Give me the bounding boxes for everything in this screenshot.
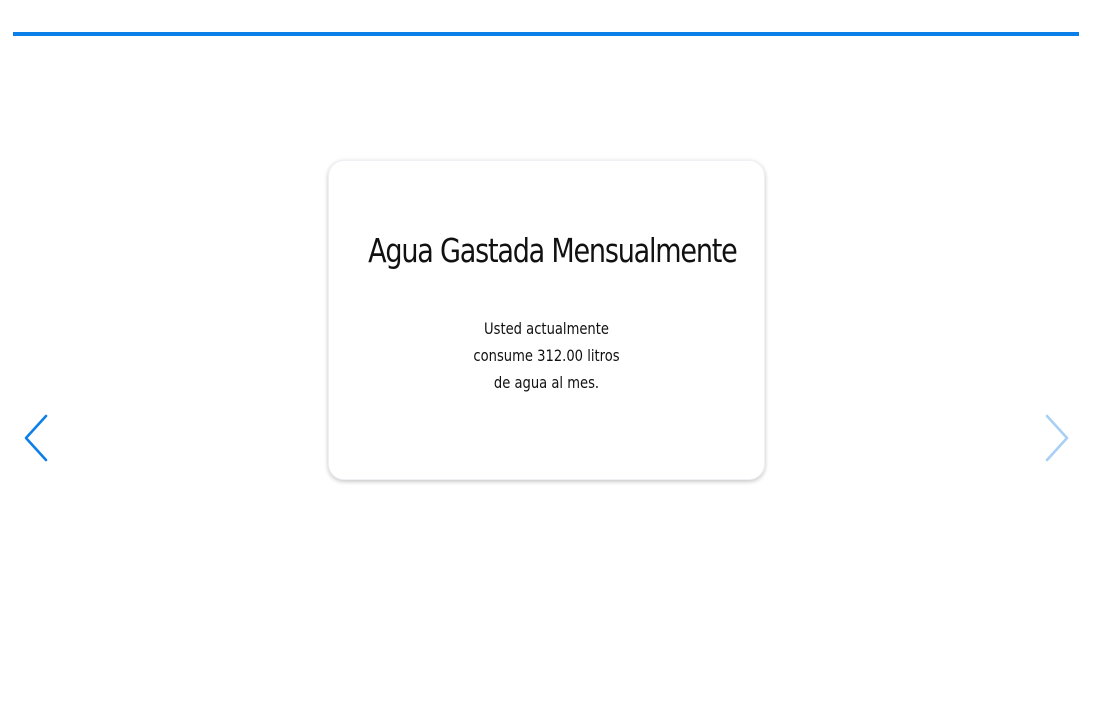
card-body-line: consume 312.00 litros <box>473 346 620 365</box>
carousel-prev-button[interactable] <box>22 414 52 462</box>
carousel-next-button[interactable] <box>1041 414 1071 462</box>
card-body-line: Usted actualmente <box>484 319 609 338</box>
info-card: Agua Gastada Mensualmente Usted actualme… <box>328 160 765 480</box>
chevron-right-icon <box>1045 414 1069 462</box>
chevron-left-icon <box>24 414 48 462</box>
card-body: Usted actualmente consume 312.00 litros … <box>368 315 725 396</box>
page: Agua Gastada Mensualmente Usted actualme… <box>0 0 1116 703</box>
card-title: Agua Gastada Mensualmente <box>368 231 738 270</box>
card-body-line: de agua al mes. <box>493 373 600 392</box>
carousel: Agua Gastada Mensualmente Usted actualme… <box>0 0 1116 703</box>
